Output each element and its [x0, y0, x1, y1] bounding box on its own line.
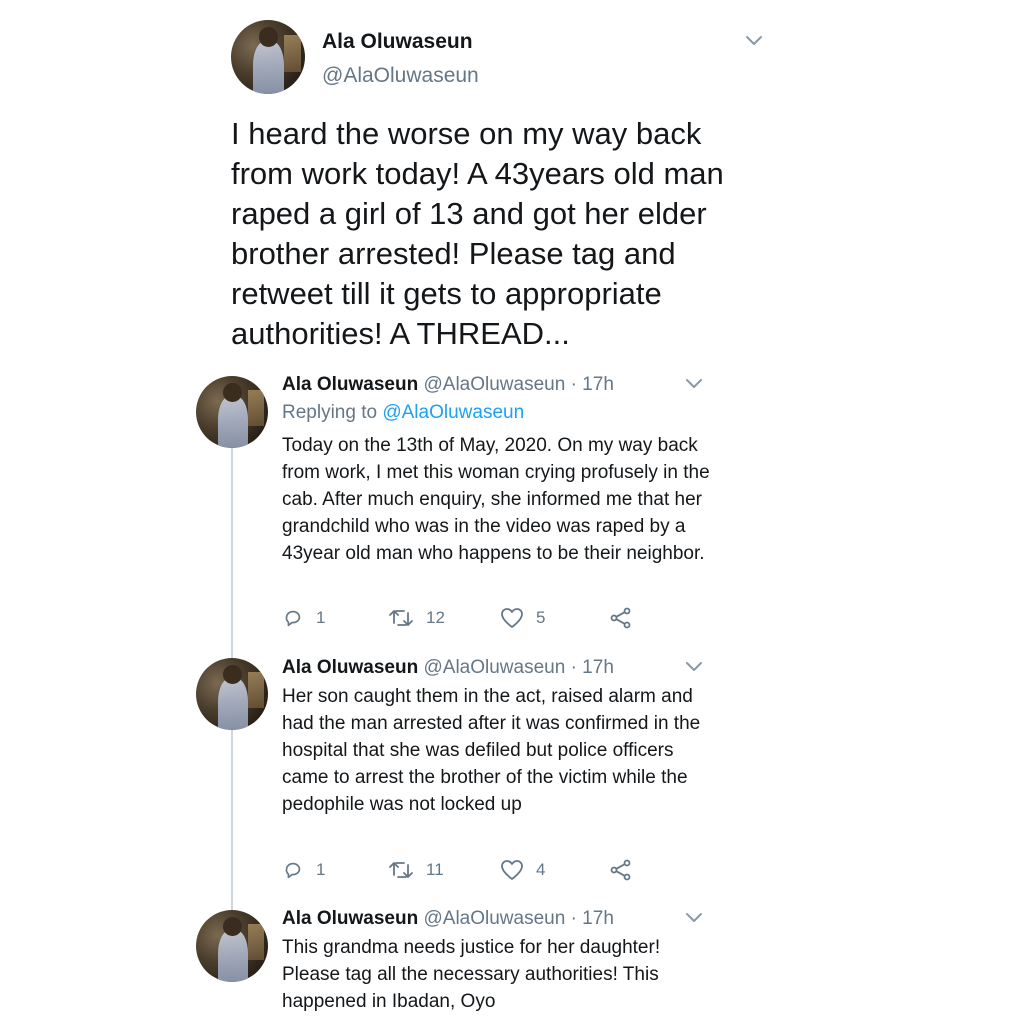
reply-header: Ala Oluwaseun @AlaOluwaseun · 17h: [282, 374, 614, 396]
reply-header: Ala Oluwaseun @AlaOluwaseun · 17h: [282, 908, 614, 930]
chevron-down-icon[interactable]: [744, 34, 764, 48]
reply-author-name[interactable]: Ala Oluwaseun: [282, 374, 418, 395]
tweet-actions-bar: 1 11 4: [282, 857, 642, 883]
tweet-actions-bar: 1 12 5: [282, 605, 642, 631]
share-icon: [610, 607, 631, 629]
main-tweet-author-handle[interactable]: @AlaOluwaseun: [322, 64, 479, 88]
share-button[interactable]: [610, 857, 644, 883]
reply-avatar[interactable]: [196, 376, 268, 448]
share-button[interactable]: [610, 605, 644, 631]
reply-count: 1: [316, 860, 326, 879]
chevron-down-icon[interactable]: [684, 377, 704, 391]
retweet-icon: [389, 862, 413, 878]
reply-header: Ala Oluwaseun @AlaOluwaseun · 17h: [282, 657, 614, 679]
retweet-count: 12: [426, 608, 445, 627]
like-button[interactable]: 4: [500, 857, 545, 883]
reply-author-handle[interactable]: @AlaOluwaseun: [423, 908, 565, 929]
retweet-button[interactable]: 11: [388, 857, 444, 883]
retweet-count: 11: [426, 860, 444, 879]
main-tweet-text: I heard the worse on my way back from wo…: [231, 116, 724, 351]
replying-to-prefix: Replying to: [282, 402, 378, 423]
reply-count: 1: [316, 608, 326, 627]
reply-icon: [285, 862, 301, 879]
main-tweet-author-name[interactable]: Ala Oluwaseun: [322, 30, 473, 54]
reply-tweet-text: Her son caught them in the act, raised a…: [282, 686, 701, 815]
chevron-down-icon[interactable]: [684, 660, 704, 674]
reply-button[interactable]: 1: [282, 857, 325, 883]
reply-tweet-text: This grandma needs justice for her daugh…: [282, 937, 661, 1012]
reply-avatar[interactable]: [196, 658, 268, 730]
retweet-icon: [389, 610, 413, 626]
heart-icon: [501, 608, 523, 628]
retweet-button[interactable]: 12: [388, 605, 445, 631]
reply-timestamp[interactable]: · 17h: [571, 657, 614, 678]
like-count: 5: [536, 608, 546, 627]
like-button[interactable]: 5: [500, 605, 545, 631]
reply-tweet-text: Today on the 13th of May, 2020. On my wa…: [282, 435, 710, 564]
chevron-down-icon[interactable]: [684, 911, 704, 925]
share-icon: [610, 859, 631, 881]
heart-icon: [501, 860, 523, 880]
reply-author-name[interactable]: Ala Oluwaseun: [282, 908, 418, 929]
reply-author-handle[interactable]: @AlaOluwaseun: [423, 657, 565, 678]
reply-button[interactable]: 1: [282, 605, 325, 631]
main-tweet-avatar[interactable]: [231, 20, 305, 94]
replying-to-line: Replying to @AlaOluwaseun: [282, 402, 524, 424]
reply-avatar[interactable]: [196, 910, 268, 982]
reply-author-name[interactable]: Ala Oluwaseun: [282, 657, 418, 678]
reply-icon: [285, 610, 301, 627]
reply-timestamp[interactable]: · 17h: [571, 908, 614, 929]
reply-author-handle[interactable]: @AlaOluwaseun: [423, 374, 565, 395]
replying-to-link[interactable]: @AlaOluwaseun: [382, 402, 524, 423]
reply-timestamp[interactable]: · 17h: [571, 374, 614, 395]
like-count: 4: [536, 860, 546, 879]
